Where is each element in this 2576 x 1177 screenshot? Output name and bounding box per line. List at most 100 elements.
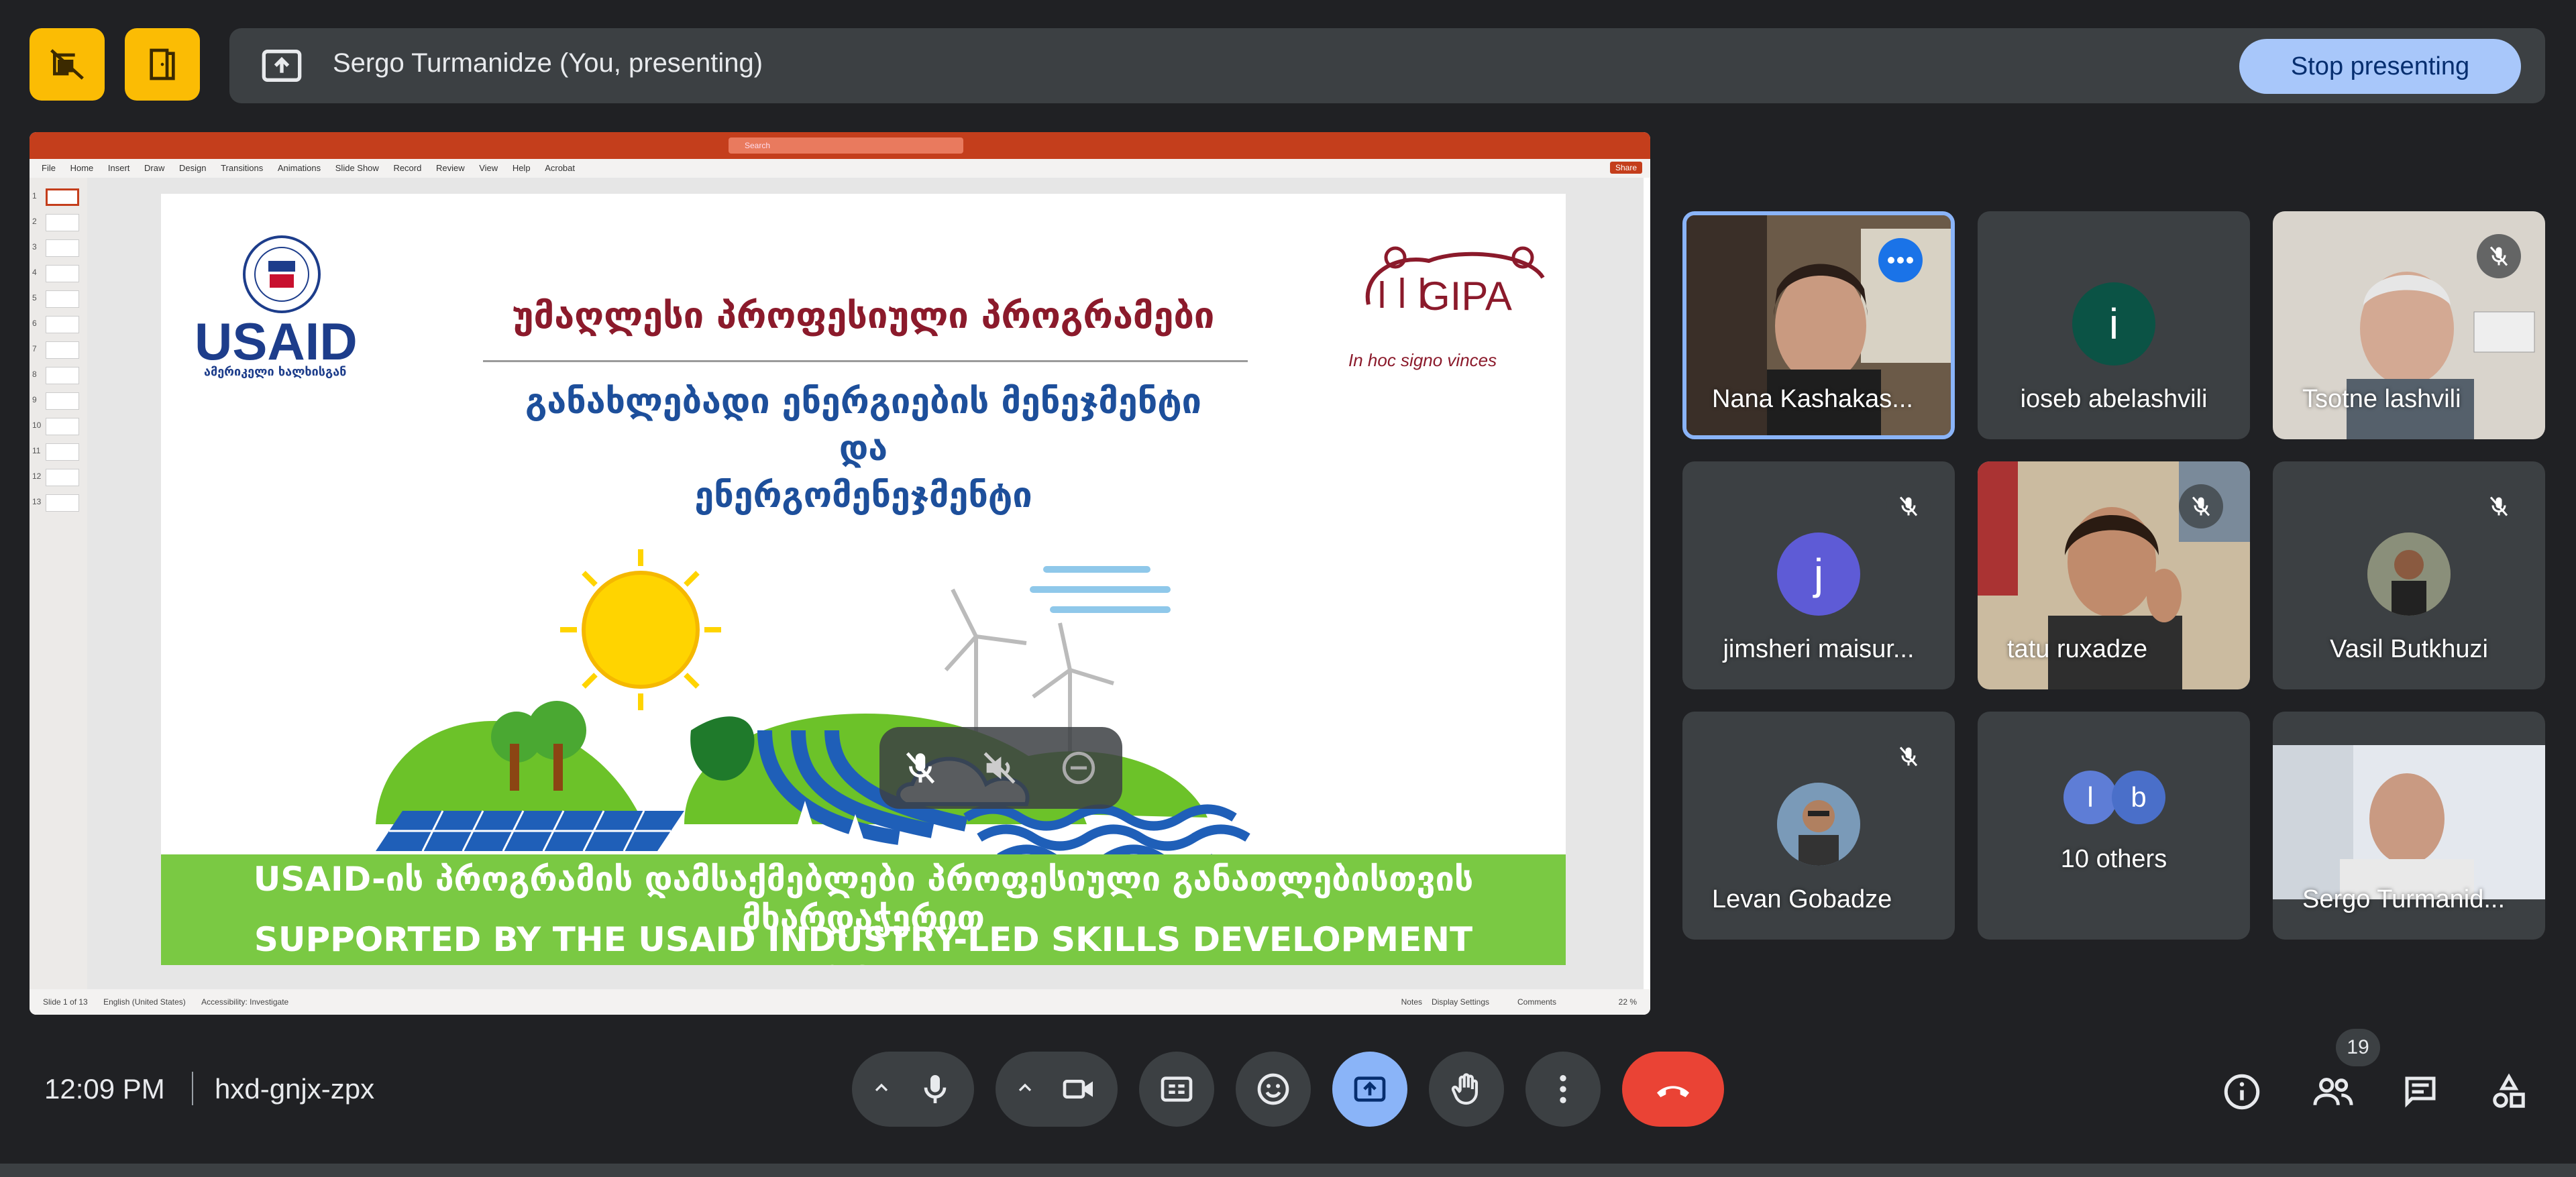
door-icon-button[interactable] — [125, 28, 200, 101]
slide-thumbnail[interactable] — [46, 494, 79, 512]
remove-icon[interactable] — [1059, 748, 1098, 791]
slide: USAID ამერიკელი ხალხისგან GIPA In hoc si… — [161, 194, 1566, 965]
slide-thumbnail[interactable] — [46, 214, 79, 231]
speaker-off-icon[interactable] — [980, 748, 1019, 791]
slide-thumbnail[interactable] — [46, 469, 79, 486]
slide-thumbnail[interactable] — [46, 443, 79, 461]
people-count-badge: 19 — [2336, 1029, 2380, 1066]
thumb-number: 4 — [32, 268, 37, 277]
participants-overflow-tile[interactable]: l b 10 others — [1978, 712, 2250, 940]
ppt-search-box[interactable]: Search — [729, 137, 963, 154]
menu-slideshow[interactable]: Slide Show — [335, 159, 379, 178]
chat-icon — [2405, 1076, 2436, 1108]
menu-view[interactable]: View — [479, 159, 498, 178]
menu-draw[interactable]: Draw — [144, 159, 164, 178]
slide-thumbnail[interactable] — [46, 239, 79, 257]
mic-off-icon[interactable] — [901, 748, 940, 791]
slide-thumbnail[interactable] — [46, 265, 79, 282]
chevron-up-icon[interactable] — [1014, 1077, 1036, 1102]
thumb-number: 8 — [32, 370, 37, 379]
captions-button[interactable] — [1139, 1052, 1214, 1127]
video-feed — [2273, 745, 2545, 899]
slide-thumbnail[interactable] — [46, 188, 79, 206]
usaid-subtitle: ამერიკელი ხალხისგან — [204, 365, 347, 379]
menu-design[interactable]: Design — [179, 159, 206, 178]
chat-button[interactable] — [2395, 1066, 2446, 1117]
band-english-text: SUPPORTED BY THE USAID INDUSTRY-LED SKIL… — [254, 920, 1473, 965]
slide-thumbnail[interactable] — [46, 341, 79, 359]
participant-name: jimsheri maisur... — [1723, 635, 1915, 663]
gipa-motto: In hoc signo vinces — [1348, 350, 1497, 370]
activities-button[interactable] — [2483, 1066, 2534, 1117]
thumb-number: 7 — [32, 344, 37, 353]
participant-tile[interactable]: Nana Kashakas... — [1682, 211, 1955, 439]
present-icon — [1354, 1076, 1386, 1102]
menu-acrobat[interactable]: Acrobat — [545, 159, 575, 178]
participant-tile[interactable]: Levan Gobadze — [1682, 712, 1955, 940]
divider — [192, 1072, 193, 1105]
slide-thumbnail[interactable] — [46, 392, 79, 410]
people-button[interactable] — [2308, 1066, 2359, 1117]
avatar: l — [2063, 771, 2117, 824]
slide-count: Slide 1 of 13 — [43, 997, 88, 1007]
microphone-icon[interactable] — [916, 1070, 954, 1111]
shared-powerpoint-window: Search File Home Insert Draw Design Tran… — [30, 132, 1650, 1015]
thumb-number: 6 — [32, 319, 37, 328]
thumb-number: 10 — [32, 421, 42, 430]
slide-thumbnail[interactable] — [46, 290, 79, 308]
thumb-number: 9 — [32, 395, 37, 404]
menu-home[interactable]: Home — [70, 159, 94, 178]
meeting-details-button[interactable] — [2216, 1066, 2267, 1117]
stop-presenting-button[interactable]: Stop presenting — [2239, 39, 2521, 94]
mic-off-icon — [2477, 484, 2521, 528]
ppt-title-bar: Search — [30, 132, 1650, 159]
slide-thumbnail[interactable] — [46, 418, 79, 435]
thumb-number: 1 — [32, 191, 37, 201]
notes-button[interactable]: Notes — [1401, 989, 1422, 1015]
menu-insert[interactable]: Insert — [108, 159, 130, 178]
leave-call-button[interactable] — [1622, 1052, 1724, 1127]
menu-file[interactable]: File — [42, 159, 56, 178]
mic-off-icon — [2477, 234, 2521, 278]
ppt-share-button[interactable]: Share — [1609, 162, 1642, 174]
slide-subtitle-line2: და — [839, 429, 888, 469]
comments-button[interactable]: Comments — [1517, 989, 1556, 1015]
more-vert-icon — [1560, 1075, 1566, 1103]
accessibility-indicator[interactable]: Accessibility: Investigate — [201, 997, 288, 1007]
menu-record[interactable]: Record — [393, 159, 421, 178]
microphone-control[interactable] — [852, 1052, 974, 1127]
participant-name: Levan Gobadze — [1712, 885, 1892, 913]
info-icon — [2224, 1074, 2260, 1110]
camera-icon[interactable] — [1060, 1070, 1097, 1111]
menu-help[interactable]: Help — [513, 159, 531, 178]
participant-tile-self[interactable]: Sergo Turmanid... — [2273, 712, 2545, 940]
present-screen-button[interactable] — [1332, 1052, 1407, 1127]
participant-tile[interactable]: i ioseb abelashvili — [1978, 211, 2250, 439]
title-divider — [483, 360, 1248, 362]
menu-review[interactable]: Review — [436, 159, 465, 178]
closed-captions-icon — [1161, 1076, 1193, 1102]
more-options-icon[interactable] — [1878, 238, 1923, 282]
display-settings-button[interactable]: Display Settings — [1432, 989, 1489, 1015]
slide-thumbnail[interactable] — [46, 316, 79, 333]
mic-off-icon — [1886, 734, 1931, 779]
meeting-code[interactable]: hxd-gnjx-zpx — [215, 1073, 374, 1105]
stop-screen-share-self-icon-button[interactable] — [30, 28, 105, 101]
participant-tile[interactable]: Vasil Butkhuzi — [2273, 461, 2545, 689]
participant-tile[interactable]: j jimsheri maisur... — [1682, 461, 1955, 689]
menu-transitions[interactable]: Transitions — [221, 159, 263, 178]
more-options-button[interactable] — [1525, 1052, 1601, 1127]
menu-animations[interactable]: Animations — [278, 159, 321, 178]
participant-tile[interactable]: Tsotne lashvili — [2273, 211, 2545, 439]
camera-control[interactable] — [996, 1052, 1118, 1127]
reactions-button[interactable] — [1236, 1052, 1311, 1127]
thumb-number: 13 — [32, 497, 42, 506]
chevron-up-icon[interactable] — [871, 1077, 892, 1102]
raise-hand-button[interactable] — [1429, 1052, 1504, 1127]
participant-tile[interactable]: tatu ruxadze — [1978, 461, 2250, 689]
zoom-level[interactable]: 22 % — [1619, 989, 1637, 1015]
presenting-bar: Sergo Turmanidze (You, presenting) Stop … — [229, 28, 2545, 103]
slide-thumbnail[interactable] — [46, 367, 79, 384]
mic-off-icon — [2179, 484, 2223, 528]
renewable-energy-illustration — [376, 549, 1250, 864]
